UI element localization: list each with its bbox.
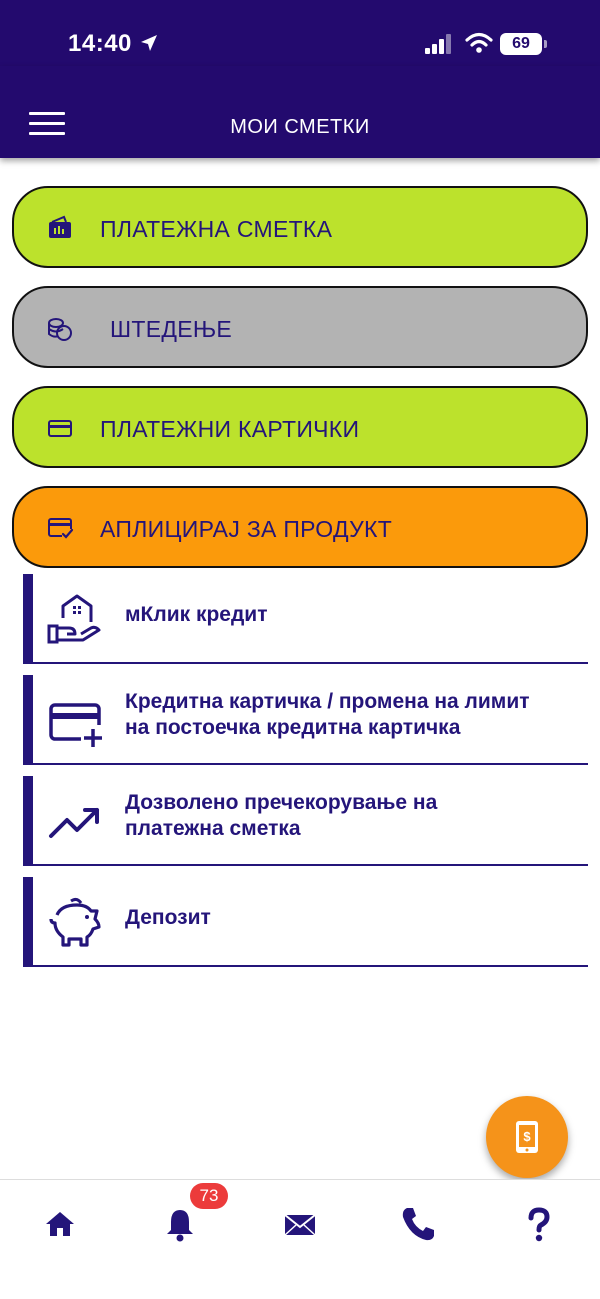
account-button-label: АПЛИЦИРАЈ ЗА ПРОДУКТ xyxy=(100,516,393,542)
status-bar: 14:40 69 xyxy=(0,0,600,66)
location-arrow-icon xyxy=(141,35,157,51)
home-icon xyxy=(46,1212,74,1236)
bell-icon xyxy=(167,1210,193,1242)
product-item-deposit[interactable]: Депозит xyxy=(23,877,588,967)
phone-icon xyxy=(402,1208,434,1241)
account-button-label: ПЛАТЕЖНИ КАРТИЧКИ xyxy=(100,416,360,442)
product-item-label: Дозволено пречекорување на платежна смет… xyxy=(125,791,438,840)
account-button-label: ШТЕДЕЊЕ xyxy=(110,316,233,342)
product-item-credit-card[interactable]: Кредитна картичка / промена на лимит на … xyxy=(23,675,588,765)
card-icon xyxy=(48,420,72,437)
house-hand-icon xyxy=(47,594,101,644)
question-mark-icon xyxy=(528,1207,550,1242)
page-title: МОИ СМЕТКИ xyxy=(230,116,370,138)
product-item-label: Кредитна картичка / промена на лимит на … xyxy=(125,690,530,739)
product-item-label: мКлик кредит xyxy=(125,603,268,626)
tab-home[interactable] xyxy=(40,1204,80,1244)
account-button-label: ПЛАТЕЖНА СМЕТКА xyxy=(100,216,333,242)
apply-product-button[interactable]: АПЛИЦИРАЈ ЗА ПРОДУКТ xyxy=(12,486,588,568)
tab-notifications[interactable] xyxy=(160,1204,200,1244)
envelope-icon xyxy=(284,1214,316,1236)
product-item-label: Депозит xyxy=(125,906,211,929)
status-time: 14:40 xyxy=(68,30,132,57)
bottom-tab-bar xyxy=(0,1179,600,1299)
piggy-bank-icon xyxy=(49,897,101,947)
product-item-overdraft[interactable]: Дозволено пречекорување на платежна смет… xyxy=(23,776,588,866)
app-header: МОИ СМЕТКИ xyxy=(0,66,600,158)
tab-help[interactable] xyxy=(519,1204,559,1244)
account-button-cards[interactable]: ПЛАТЕЖНИ КАРТИЧКИ xyxy=(12,386,588,468)
account-button-payment[interactable]: ПЛАТЕЖНА СМЕТКА xyxy=(12,186,588,268)
product-item-mklik-credit[interactable]: мКлик кредит xyxy=(23,574,588,664)
svg-text:$: $ xyxy=(523,1129,531,1144)
tab-call[interactable] xyxy=(398,1204,438,1244)
trend-up-icon xyxy=(49,808,99,838)
card-plus-icon xyxy=(49,703,102,747)
mobile-payment-fab[interactable]: $ xyxy=(486,1096,568,1178)
phone-dollar-icon: $ xyxy=(516,1121,538,1153)
notifications-badge: 73 xyxy=(190,1183,228,1209)
wallet-icon xyxy=(49,215,71,238)
account-button-savings[interactable]: ШТЕДЕЊЕ xyxy=(12,286,588,368)
coins-icon xyxy=(48,318,72,341)
cellular-signal-icon xyxy=(425,34,451,54)
tab-messages[interactable] xyxy=(280,1204,320,1244)
card-check-icon xyxy=(48,518,74,539)
battery-icon: 69 xyxy=(500,33,547,55)
wifi-icon xyxy=(465,32,493,53)
